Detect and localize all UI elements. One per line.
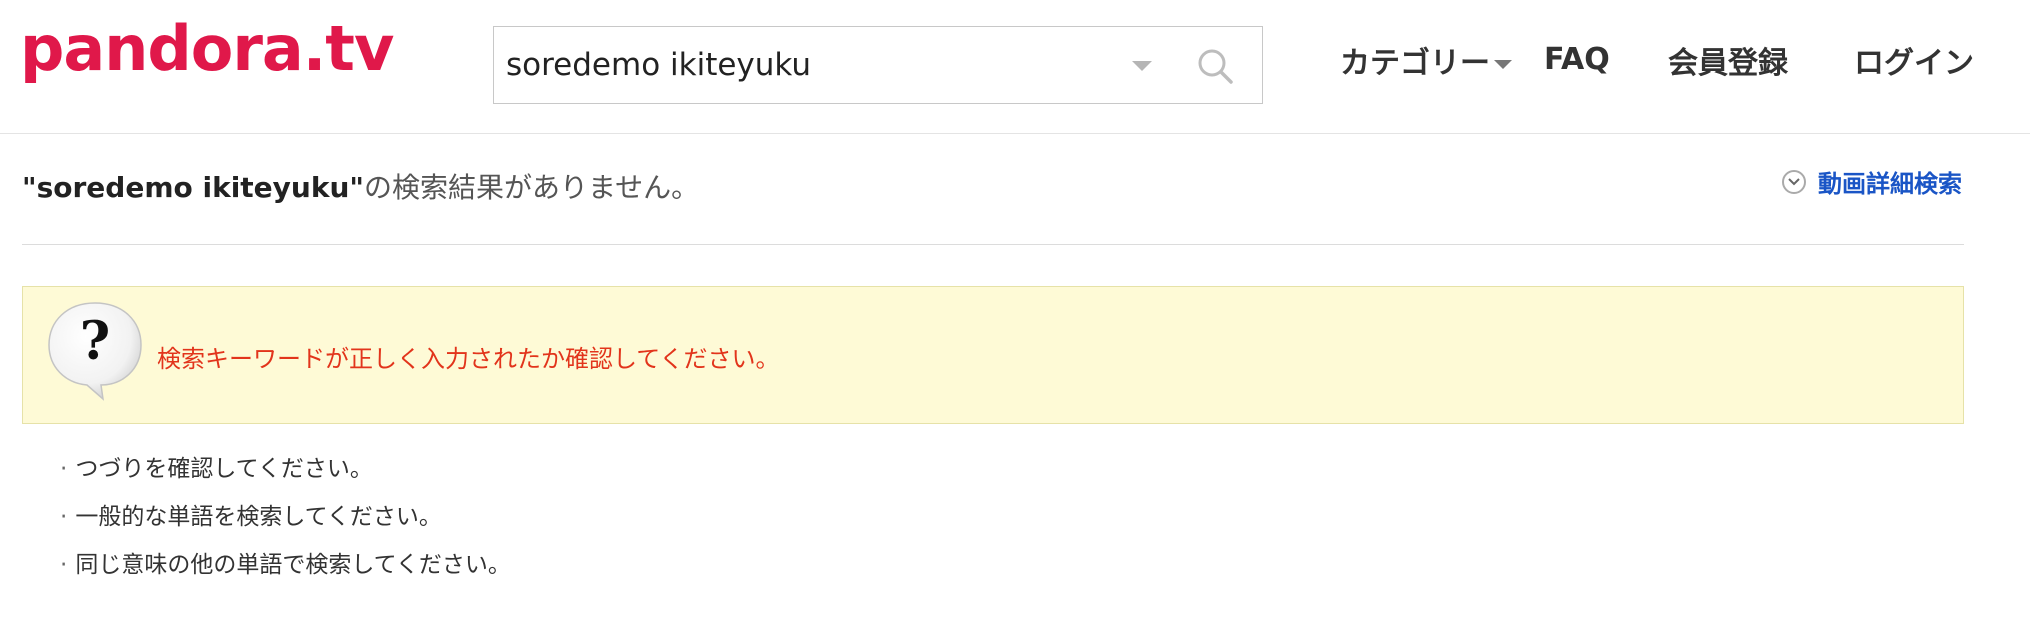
- question-bubble-icon: ?: [48, 302, 142, 401]
- list-item: · つづりを確認してください。: [60, 456, 373, 482]
- list-item: · 同じ意味の他の単語で検索してください。: [60, 552, 511, 578]
- list-item: · 一般的な単語を検索してください。: [60, 504, 442, 530]
- nav-category-label: カテゴリー: [1340, 46, 1490, 81]
- search-icon[interactable]: [1194, 45, 1238, 89]
- result-message: の検索結果がありません。: [364, 171, 700, 204]
- notice-box: ? 検索キーワードが正しく入力されたか確認してください。: [22, 286, 1964, 424]
- result-keyword: "soredemo ikiteyuku": [22, 171, 365, 204]
- logo[interactable]: pandora.tv: [20, 18, 394, 80]
- tip-text: 一般的な単語を検索してください。: [75, 504, 442, 530]
- divider: [22, 244, 1964, 245]
- tip-text: つづりを確認してください。: [75, 456, 373, 482]
- nav-faq[interactable]: FAQ: [1544, 40, 1610, 80]
- page: pandora.tv カテゴリー FAQ 会員登録 ログイン "soredemo…: [0, 0, 2030, 628]
- result-heading: "soredemo ikiteyuku"の検索結果がありません。: [22, 166, 699, 206]
- nav-login[interactable]: ログイン: [1854, 44, 1974, 84]
- tips-list: · つづりを確認してください。 · 一般的な単語を検索してください。 · 同じ意味の他…: [60, 452, 511, 596]
- advanced-search-link[interactable]: 動画詳細検索: [1782, 164, 1962, 199]
- svg-text:?: ?: [80, 311, 110, 372]
- search-input[interactable]: [494, 27, 1118, 103]
- notice-text: 検索キーワードが正しく入力されたか確認してください。: [157, 345, 780, 373]
- advanced-search-label: 動画詳細検索: [1818, 170, 1962, 198]
- chevron-down-icon[interactable]: [1132, 61, 1152, 71]
- search-box: [493, 26, 1263, 104]
- nav-register[interactable]: 会員登録: [1668, 44, 1788, 84]
- tip-text: 同じ意味の他の単語で検索してください。: [75, 552, 511, 578]
- circle-chevron-down-icon: [1782, 169, 1806, 194]
- header: pandora.tv カテゴリー FAQ 会員登録 ログイン: [0, 0, 2030, 134]
- chevron-down-icon: [1494, 60, 1512, 69]
- nav-category[interactable]: カテゴリー: [1340, 44, 1512, 84]
